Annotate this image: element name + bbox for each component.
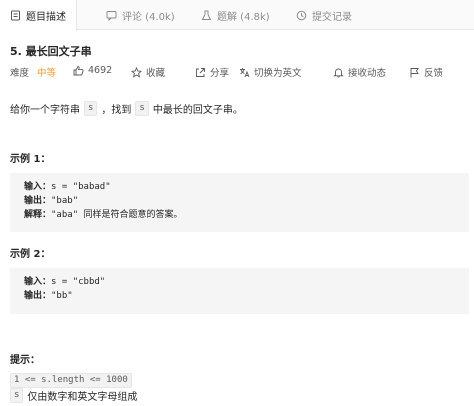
tab-bar: 题目描述 评论 (4.0k) 题解 (4.8k) 提交记录: [0, 0, 474, 31]
flag-icon: [409, 67, 420, 78]
example-1-block: 输入：s = "babad" 输出："bab" 解释："aba" 同样是符合题意…: [10, 173, 469, 232]
hints-heading: 提示：: [10, 355, 40, 366]
description-text: ，找到: [101, 105, 132, 116]
follow-label: 接收动态: [348, 68, 387, 79]
favorite-label: 收藏: [146, 68, 166, 79]
tab-label: 题目描述: [26, 12, 66, 23]
thumbs-up-icon: [73, 65, 84, 76]
share-button[interactable]: 分享: [195, 65, 229, 79]
tab-label: 题解 (4.8k): [217, 11, 270, 23]
input-value: s = "babad": [51, 182, 111, 192]
follow-button[interactable]: 接收动态: [333, 65, 386, 79]
explain-label: 解释：: [24, 210, 52, 220]
constraint-item: s 仅由数字和英文字母组成: [10, 388, 137, 403]
feedback-label: 反馈: [424, 68, 444, 79]
tab-label: 评论 (4.0k): [122, 11, 175, 23]
inline-code: s: [135, 101, 149, 116]
input-label: 输入：: [24, 277, 52, 287]
problem-meta-bar: 难度 中等 4692 收藏 分享 切换为英文 接收动态 反馈: [10, 65, 470, 79]
flask-icon: [201, 10, 212, 21]
inline-code: 1 <= s.length <= 1000: [10, 373, 132, 388]
tab-description[interactable]: 题目描述: [0, 0, 77, 31]
explain-value: "aba" 同样是符合题意的答案。: [51, 210, 183, 220]
input-label: 输入：: [24, 182, 52, 192]
tab-comments[interactable]: 评论 (4.0k): [106, 0, 175, 30]
difficulty-label: 难度: [10, 68, 30, 79]
inline-code: s: [84, 101, 98, 116]
constraint-item: 1 <= s.length <= 1000: [10, 373, 132, 388]
input-value: s = "cbbd": [51, 277, 106, 287]
difficulty: 难度 中等: [10, 65, 56, 79]
like-button[interactable]: 4692: [73, 65, 112, 76]
example-1-heading: 示例 1：: [10, 154, 51, 165]
like-count: 4692: [88, 65, 113, 76]
inline-code: s: [10, 388, 24, 403]
output-label: 输出：: [24, 196, 52, 206]
output-value: "bb": [51, 291, 73, 301]
translate-button[interactable]: 切换为英文: [239, 65, 302, 79]
document-icon: [10, 10, 21, 21]
bell-icon: [333, 67, 344, 78]
favorite-button[interactable]: 收藏: [131, 65, 165, 79]
tab-label: 提交记录: [312, 11, 352, 23]
example-2-block: 输入：s = "cbbd" 输出："bb": [10, 268, 469, 314]
translate-label: 切换为英文: [254, 68, 302, 79]
description-text: 中最长的回文子串。: [152, 105, 243, 116]
tab-solutions[interactable]: 题解 (4.8k): [201, 0, 270, 30]
output-label: 输出：: [24, 291, 52, 301]
tab-submissions[interactable]: 提交记录: [296, 0, 352, 30]
output-value: "bab": [51, 196, 79, 206]
translate-icon: [239, 67, 250, 78]
clock-icon: [296, 10, 307, 21]
difficulty-value: 中等: [37, 68, 57, 79]
problem-description: 给你一个字符串 s ，找到 s 中最长的回文子串。: [10, 101, 243, 116]
description-text: 给你一个字符串: [10, 105, 80, 116]
star-icon: [131, 66, 142, 78]
share-label: 分享: [210, 68, 230, 79]
problem-title: 5. 最长回文子串: [10, 45, 92, 58]
example-2-heading: 示例 2：: [10, 249, 51, 260]
share-icon: [195, 67, 206, 78]
constraint-text: 仅由数字和英文字母组成: [27, 392, 138, 403]
feedback-button[interactable]: 反馈: [409, 65, 443, 79]
comment-icon: [106, 10, 117, 21]
